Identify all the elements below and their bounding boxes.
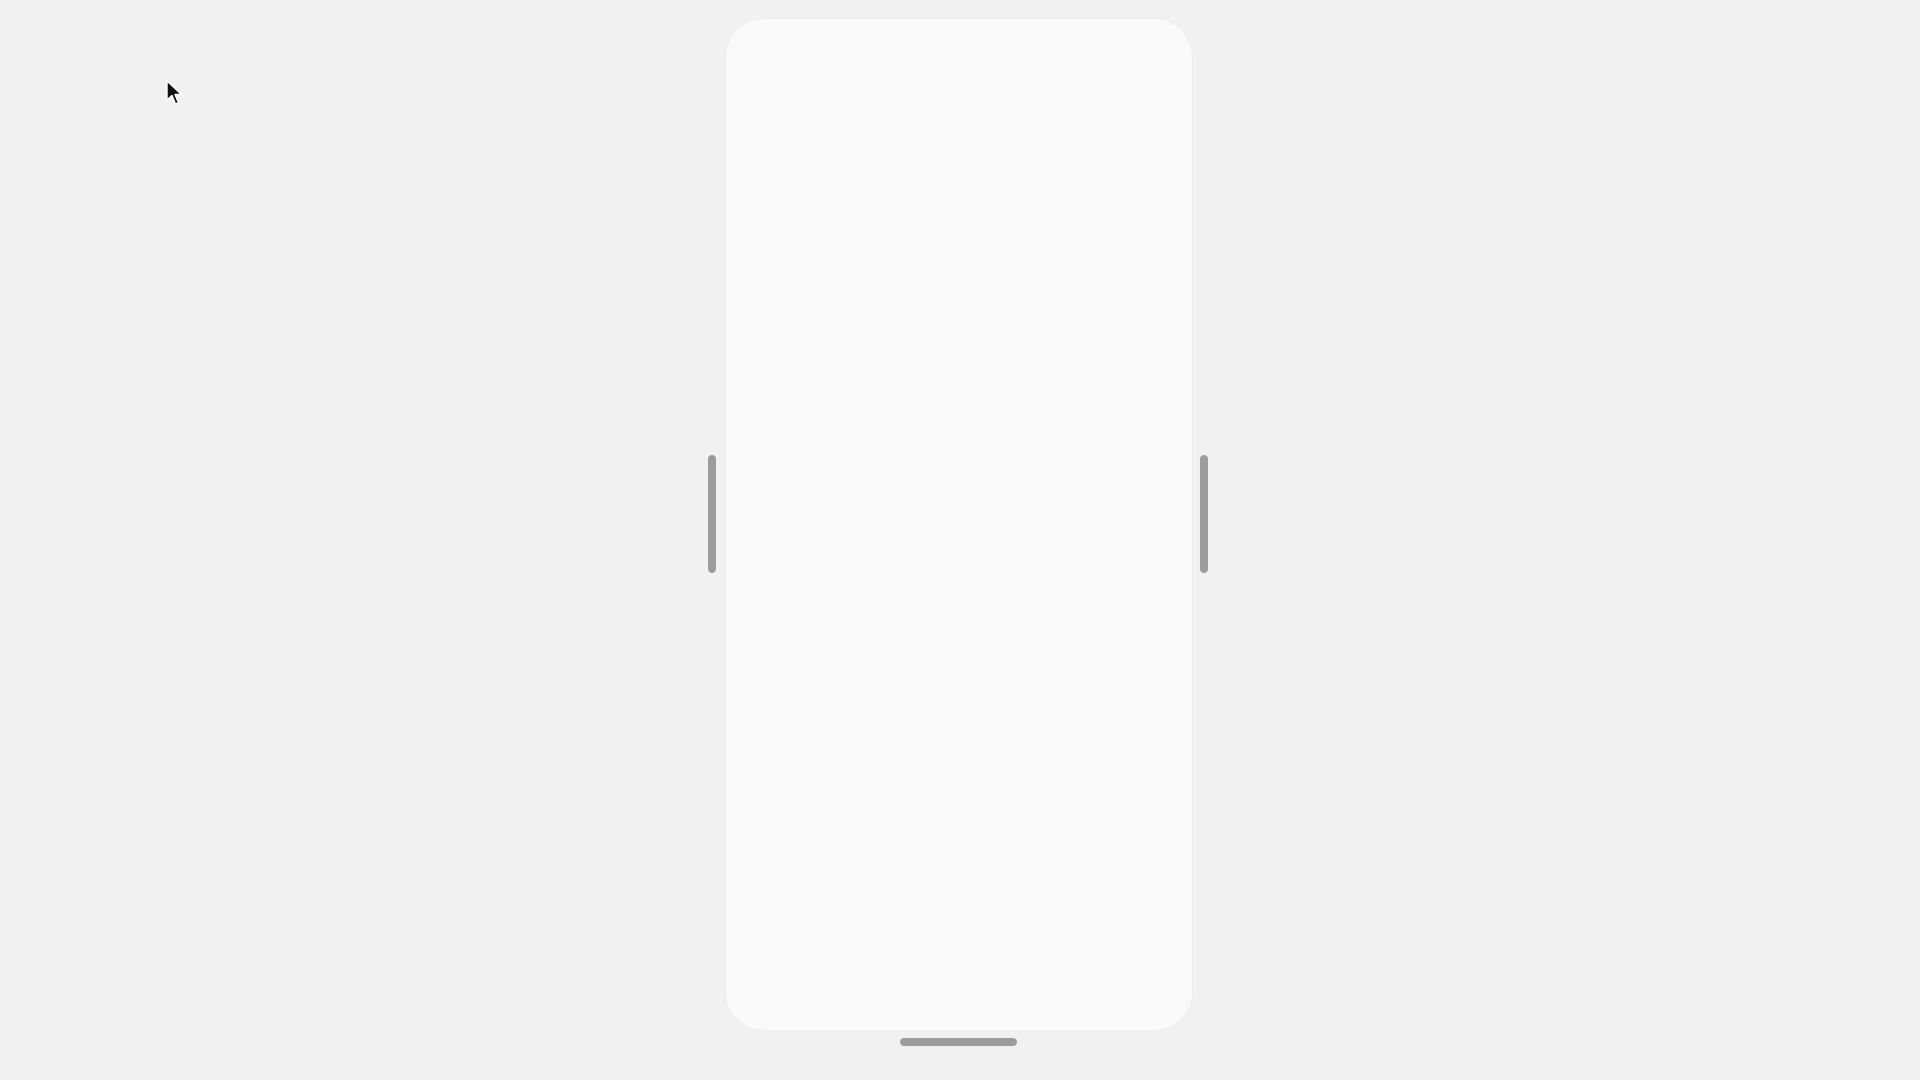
- left-resize-handle[interactable]: [708, 455, 716, 573]
- canvas-stage: [0, 0, 1920, 1080]
- bottom-resize-handle[interactable]: [900, 1038, 1017, 1046]
- mouse-pointer-icon: [166, 80, 183, 105]
- device-viewport-frame[interactable]: [726, 19, 1192, 1030]
- right-resize-handle[interactable]: [1200, 455, 1208, 573]
